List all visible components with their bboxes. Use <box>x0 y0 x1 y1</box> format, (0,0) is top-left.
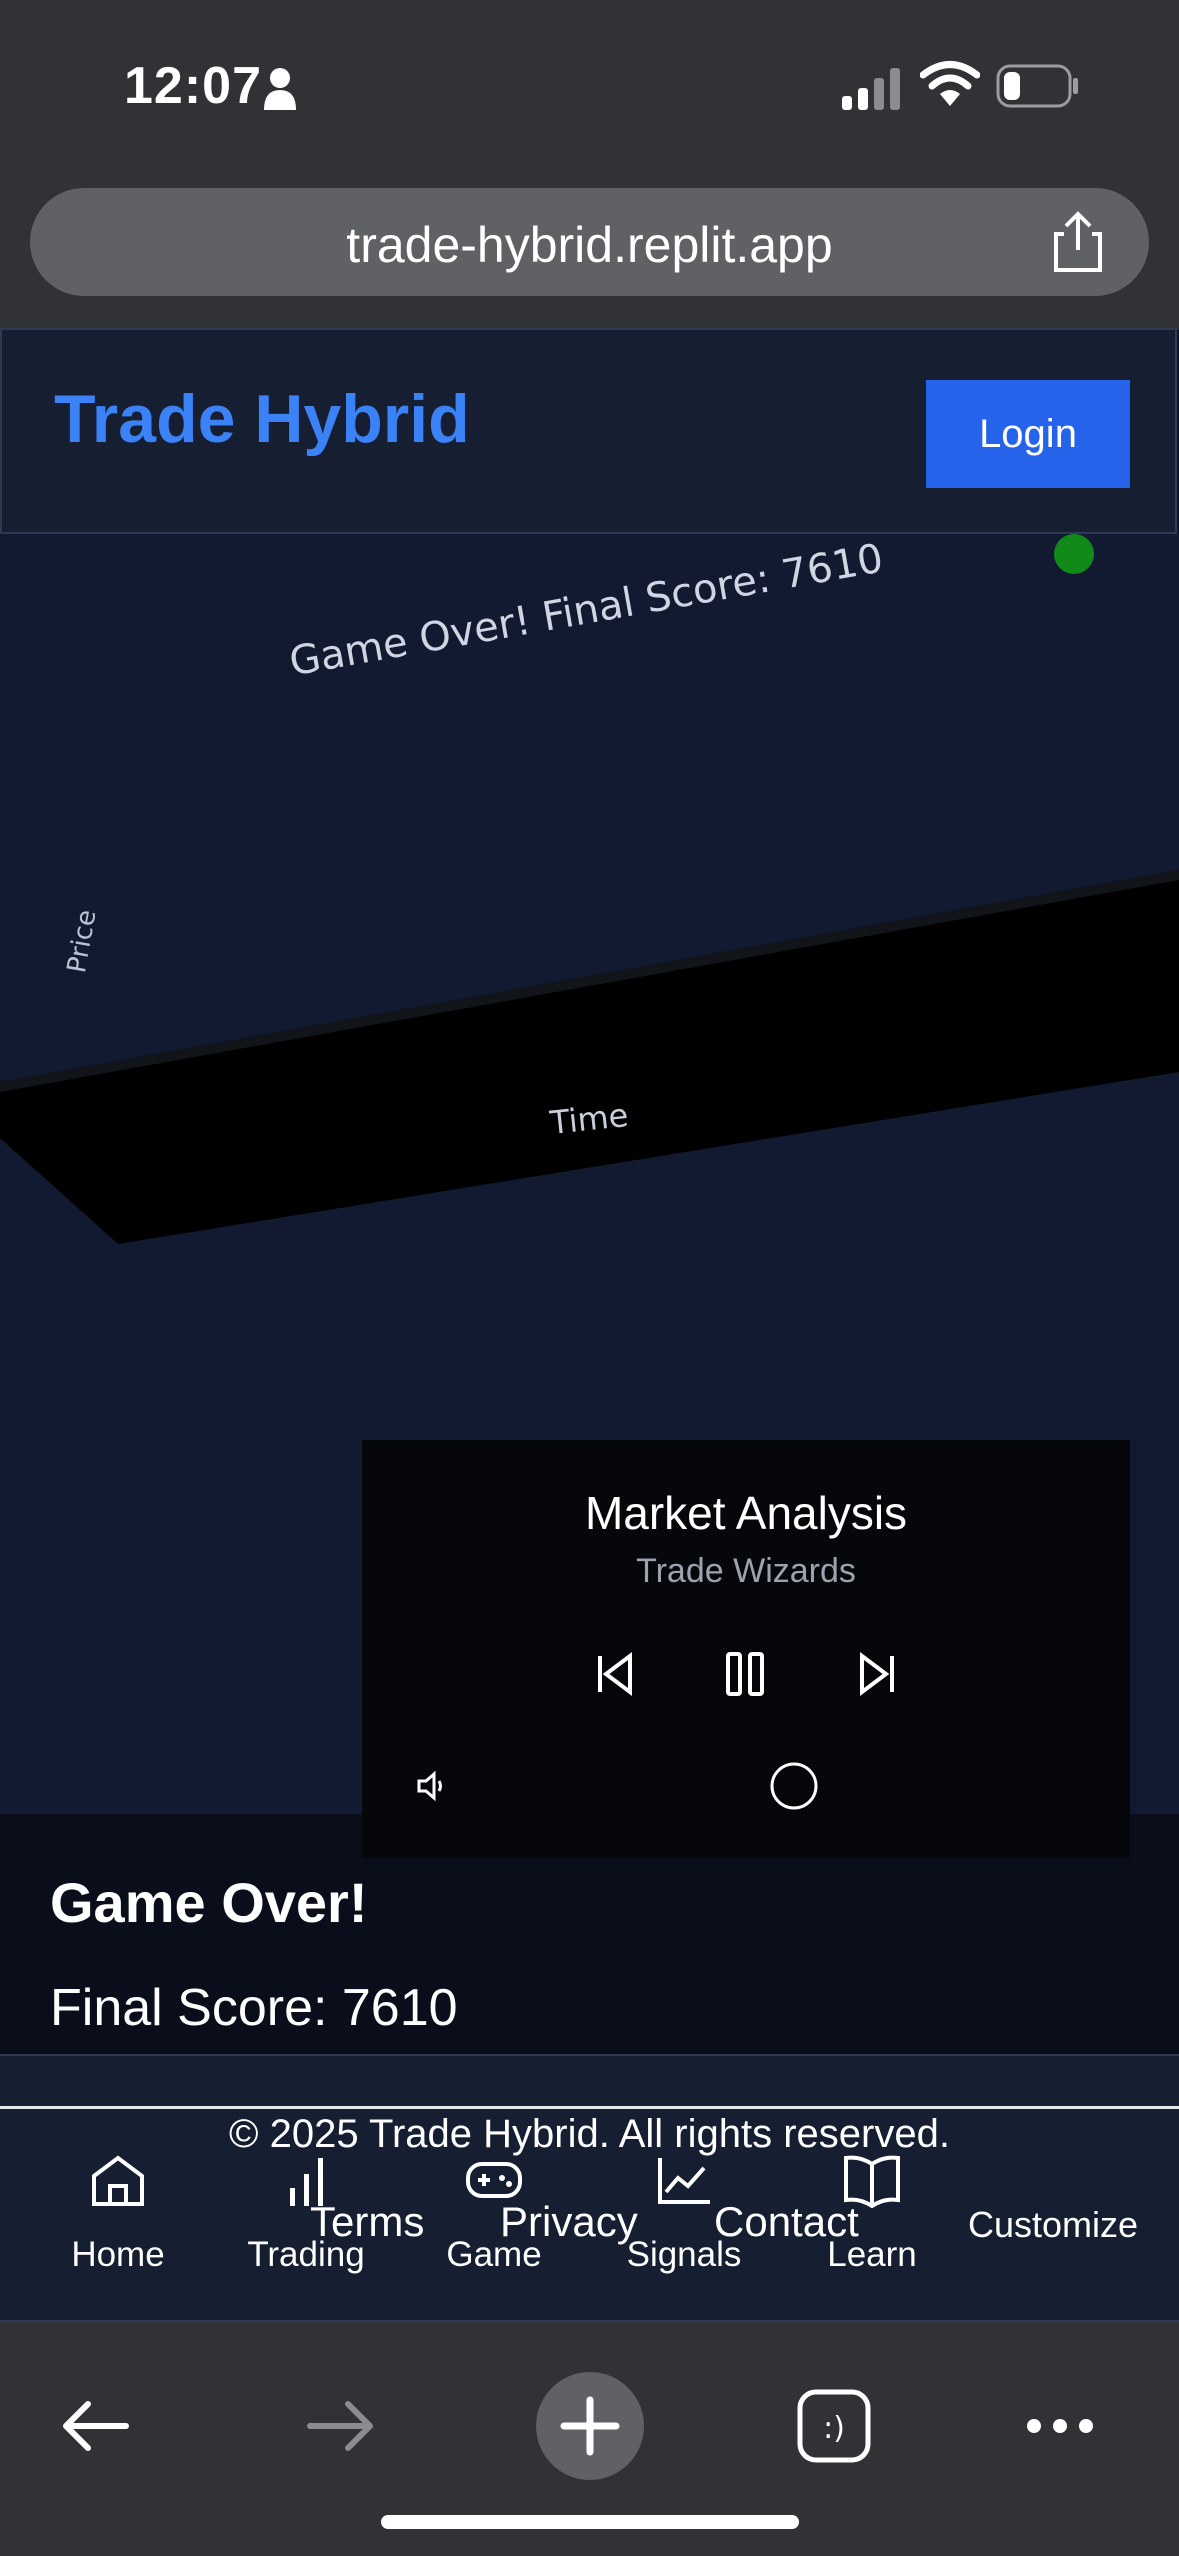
more-options-icon[interactable] <box>1024 2414 1096 2438</box>
price-marker <box>1054 534 1094 574</box>
next-track-icon[interactable] <box>858 1652 898 1696</box>
volume-slider-handle[interactable] <box>768 1760 820 1812</box>
battery-icon <box>996 64 1078 108</box>
volume-icon[interactable] <box>416 1770 448 1802</box>
site-header: Trade Hybrid Login <box>0 328 1177 534</box>
svg-text::): :) <box>823 2411 845 2446</box>
forward-arrow-icon[interactable] <box>306 2396 378 2456</box>
status-time: 12:07 <box>124 57 262 115</box>
nav-home[interactable]: Home <box>38 2152 198 2275</box>
customize-button[interactable]: Customize <box>968 2204 1138 2246</box>
previous-track-icon[interactable] <box>594 1652 634 1696</box>
time-axis-label: Time <box>548 1096 631 1142</box>
final-score: Final Score: 7610 <box>50 1979 458 2037</box>
track-title: Market Analysis <box>584 1487 908 1539</box>
copyright-text: © 2025 Trade Hybrid. All rights reserved… <box>229 2112 950 2156</box>
tabs-icon[interactable]: :) <box>796 2388 872 2464</box>
music-player: Market Analysis Trade Wizards <box>362 1440 1130 1858</box>
new-tab-icon[interactable] <box>534 2370 646 2482</box>
footer-link-contact[interactable]: Contact <box>714 2198 859 2246</box>
nav-home-label: Home <box>71 2235 165 2274</box>
footer-link-terms[interactable]: Terms <box>310 2198 424 2246</box>
track-artist: Trade Wizards <box>636 1552 856 1590</box>
back-arrow-icon[interactable] <box>58 2396 130 2456</box>
footer-divider <box>0 2106 1179 2109</box>
brand-logo[interactable]: Trade Hybrid <box>54 380 470 458</box>
game-over-title: Game Over! <box>50 1871 368 1934</box>
wifi-icon <box>920 61 980 106</box>
login-button[interactable]: Login <box>926 380 1130 488</box>
home-icon <box>92 2155 144 2206</box>
line-chart-icon <box>658 2158 710 2204</box>
pause-icon[interactable] <box>724 1650 768 1698</box>
site-footer: © 2025 Trade Hybrid. All rights reserved… <box>0 2054 1179 2322</box>
url-bar[interactable]: trade-hybrid.replit.app <box>30 188 1149 296</box>
person-icon <box>264 68 296 110</box>
url-text: trade-hybrid.replit.app <box>346 217 833 273</box>
footer-link-privacy[interactable]: Privacy <box>500 2198 638 2246</box>
home-indicator <box>381 2515 799 2529</box>
signal-icon <box>842 68 900 110</box>
share-icon[interactable] <box>1050 210 1106 274</box>
